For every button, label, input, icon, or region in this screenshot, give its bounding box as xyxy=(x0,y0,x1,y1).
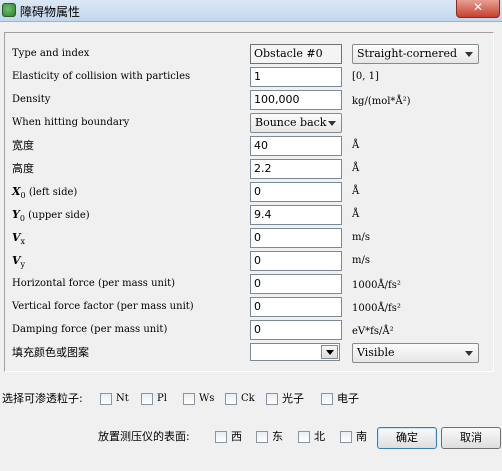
permeable-checkbox-electron[interactable] xyxy=(321,393,333,405)
boundary-select[interactable]: Bounce back xyxy=(250,113,342,133)
permeable-checkbox-nt[interactable] xyxy=(100,393,112,405)
permeable-label-ws: Ws xyxy=(199,393,215,404)
vy-label: Vy xyxy=(12,254,26,269)
damping-force-unit: eV*fs/Å² xyxy=(352,326,394,337)
pressure-label-east: 东 xyxy=(272,430,283,443)
fill-label: 填充颜色或图案 xyxy=(12,346,89,359)
permeable-checkbox-photon[interactable] xyxy=(266,393,278,405)
chevron-down-icon xyxy=(328,121,336,126)
vy-input[interactable]: 0 xyxy=(250,251,342,271)
elasticity-unit: [0, 1] xyxy=(352,71,379,82)
close-button[interactable]: ✕ xyxy=(456,0,500,18)
vx-unit: m/s xyxy=(352,232,370,243)
cancel-button[interactable]: 取消 xyxy=(441,427,501,449)
permeable-checkbox-pl[interactable] xyxy=(141,393,153,405)
title-bar: 障碍物属性 ✕ xyxy=(0,0,502,22)
width-input[interactable]: 40 xyxy=(250,136,342,156)
horizontal-force-unit: 1000Å/fs² xyxy=(352,280,401,291)
vertical-force-input[interactable]: 0 xyxy=(250,297,342,317)
elasticity-label: Elasticity of collision with particles xyxy=(12,71,191,82)
pressure-checkbox-west[interactable] xyxy=(215,431,227,443)
permeable-checkbox-ck[interactable] xyxy=(225,393,237,405)
chevron-down-icon xyxy=(326,350,334,355)
y0-input[interactable]: 9.4 xyxy=(250,205,342,225)
visibility-select-value: Visible xyxy=(357,346,395,359)
height-input[interactable]: 2.2 xyxy=(250,159,342,179)
y0-label: Y0 (upper side) xyxy=(12,208,90,223)
permeable-label-ck: Ck xyxy=(241,393,255,404)
shape-select[interactable]: Straight-cornered xyxy=(352,44,479,64)
permeable-label-electron: 电子 xyxy=(337,392,359,405)
pressure-label-west: 西 xyxy=(231,430,242,443)
damping-force-label: Damping force (per mass unit) xyxy=(12,324,168,335)
permeable-label-nt: Nt xyxy=(116,393,129,404)
app-icon xyxy=(2,3,16,17)
pressure-checkbox-north[interactable] xyxy=(298,431,310,443)
ok-button[interactable]: 确定 xyxy=(377,427,437,449)
vertical-force-label: Vertical force factor (per mass unit) xyxy=(12,301,194,312)
vy-unit: m/s xyxy=(352,255,370,266)
boundary-label: When hitting boundary xyxy=(12,117,130,128)
boundary-select-value: Bounce back xyxy=(255,116,327,129)
vertical-force-unit: 1000Å/fs² xyxy=(352,303,401,314)
fill-color-dropdown-button[interactable] xyxy=(321,345,338,359)
width-unit: Å xyxy=(352,140,360,151)
height-label: 高度 xyxy=(12,162,34,175)
type-index-label: Type and index xyxy=(12,48,90,59)
shape-select-value: Straight-cornered xyxy=(357,47,457,60)
x0-input[interactable]: 0 xyxy=(250,182,342,202)
x0-label: X0 (left side) xyxy=(12,185,78,200)
damping-force-input[interactable]: 0 xyxy=(250,320,342,340)
horizontal-force-label: Horizontal force (per mass unit) xyxy=(12,278,176,289)
density-unit: kg/(mol*Å²) xyxy=(352,96,411,107)
fill-color-picker[interactable] xyxy=(250,343,340,361)
pressure-label-south: 南 xyxy=(356,430,367,443)
density-label: Density xyxy=(12,94,51,105)
chevron-down-icon xyxy=(465,351,473,356)
horizontal-force-input[interactable]: 0 xyxy=(250,274,342,294)
type-index-field: Obstacle #0 xyxy=(250,44,342,64)
chevron-down-icon xyxy=(465,52,473,57)
density-input[interactable]: 100,000 xyxy=(250,90,342,110)
vx-input[interactable]: 0 xyxy=(250,228,342,248)
elasticity-input[interactable]: 1 xyxy=(250,67,342,87)
visibility-select[interactable]: Visible xyxy=(352,343,479,363)
permeable-label-photon: 光子 xyxy=(282,392,304,405)
pressure-label: 放置测压仪的表面: xyxy=(98,430,190,443)
height-unit: Å xyxy=(352,163,360,174)
pressure-checkbox-east[interactable] xyxy=(256,431,268,443)
pressure-checkbox-south[interactable] xyxy=(340,431,352,443)
width-label: 宽度 xyxy=(12,139,34,152)
pressure-label-north: 北 xyxy=(314,430,325,443)
permeable-label-pl: Pl xyxy=(157,393,167,404)
x0-unit: Å xyxy=(352,186,360,197)
permeable-checkbox-ws[interactable] xyxy=(183,393,195,405)
vx-label: Vx xyxy=(12,231,26,246)
y0-unit: Å xyxy=(352,209,360,220)
permeable-label: 选择可渗透粒子: xyxy=(2,392,83,405)
window-title: 障碍物属性 xyxy=(20,5,81,19)
